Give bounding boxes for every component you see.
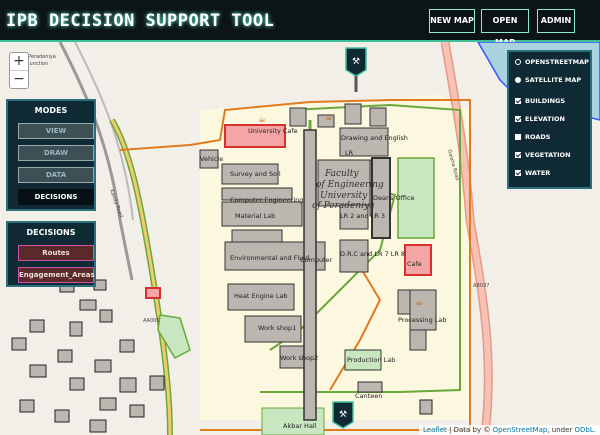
routes-button[interactable]: Routes <box>18 245 94 261</box>
app-header: IPB DECISION SUPPORT TOOL NEW MAP OPEN M… <box>0 0 600 47</box>
mode-data-button[interactable]: DATA <box>18 167 94 183</box>
new-map-button[interactable]: NEW MAP <box>429 9 475 33</box>
map-label-akbar-hall: Akbar Hall <box>283 422 317 430</box>
leaflet-link[interactable]: Leaflet <box>423 426 447 434</box>
map-label-heat-engine: Heat Engine Lab <box>234 292 288 300</box>
cafe-icon: ☕ <box>415 298 423 308</box>
engagement-areas-button[interactable]: Engagement_Areas <box>18 267 95 283</box>
map-label-peradeniya: Peradeniya <box>28 54 56 60</box>
decisions-title: DECISIONS <box>26 228 76 237</box>
layer-elevation[interactable]: ELEVATION <box>515 115 565 123</box>
checkbox-icon[interactable] <box>515 116 521 122</box>
map-label-survey: Survey and Soil <box>230 170 281 178</box>
radio-icon[interactable] <box>515 59 521 65</box>
map-label-faculty-3: University <box>320 191 368 201</box>
layer-buildings[interactable]: BUILDINGS <box>515 97 565 105</box>
layers-panel: OPENSTREETMAP SATELLITE MAP BUILDINGS EL… <box>507 50 592 189</box>
map-view[interactable]: ⚒ ⚒ ☕ ☕ ☕ Peradeniya Junction Faculty of… <box>0 42 600 435</box>
svg-text:⚒: ⚒ <box>352 57 360 67</box>
zoom-in-button[interactable]: + <box>10 53 28 71</box>
mode-decisions-button[interactable]: DECISIONS <box>18 189 94 205</box>
map-label-cafe: Cafe <box>407 260 422 268</box>
map-label-canteen: Canteen <box>355 392 382 400</box>
layer-openstreetmap[interactable]: OPENSTREETMAP <box>515 58 589 66</box>
cafe-icon: ☕ <box>258 115 266 125</box>
map-label-kandy-road: Kandy Road <box>108 189 124 219</box>
open-map-button[interactable]: OPEN MAP <box>481 9 529 47</box>
cafe-icon: ☕ <box>325 113 333 123</box>
map-label-computer: Computer <box>300 256 333 264</box>
decisions-panel: DECISIONS Routes Engagement_Areas <box>6 221 96 287</box>
layer-satellite[interactable]: SATELLITE MAP <box>515 76 581 84</box>
layer-roads[interactable]: ROADS <box>515 133 550 141</box>
zoom-out-button[interactable]: − <box>10 71 28 88</box>
map-label-faculty-2: of Engineering <box>316 180 384 190</box>
map-label-faculty-4: of Peradeniya <box>312 201 374 211</box>
map-label-faculty: Faculty <box>324 169 359 179</box>
map-label-deans: Deans Office <box>373 194 415 202</box>
layer-vegetation[interactable]: VEGETATION <box>515 151 571 159</box>
location-marker-icon[interactable]: ⚒ <box>345 47 367 92</box>
map-label-drawing: Drawing and English <box>341 134 408 142</box>
map-label-university-cafe: University Cafe <box>248 127 298 135</box>
map-label-processing: Processing Lab <box>398 316 447 324</box>
modes-panel: MODES VIEW DRAW DATA DECISIONS <box>6 99 96 211</box>
map-label-drc: D.R.C and LR 7 LR 8 <box>340 250 405 258</box>
map-label-workshop1: Work shop1 <box>258 324 296 332</box>
mode-view-button[interactable]: VIEW <box>18 123 94 139</box>
map-label-aa005: AA005 <box>143 318 160 324</box>
map-label-junction: Junction <box>27 61 48 67</box>
admin-button[interactable]: ADMIN <box>537 9 575 33</box>
svg-text:⚒: ⚒ <box>339 410 347 420</box>
layer-water[interactable]: WATER <box>515 169 550 177</box>
location-marker-bottom-icon[interactable]: ⚒ <box>332 401 354 429</box>
mode-draw-button[interactable]: DRAW <box>18 145 94 161</box>
odbl-link[interactable]: ODbL. <box>575 426 596 434</box>
map-label-ab037: AB037 <box>473 283 489 289</box>
zoom-control: + − <box>9 52 29 89</box>
map-label-vehicle: Vehicle <box>200 155 223 163</box>
map-label-production: Production Lab <box>347 356 395 364</box>
map-attribution: Leaflet | Data by © OpenStreetMap, under… <box>418 425 600 435</box>
map-label-material-lab: Material Lab <box>235 212 275 220</box>
checkbox-icon[interactable] <box>515 152 521 158</box>
map-label-workshop2: Work shop2 <box>280 354 318 362</box>
map-label-lr2: LR 2 and LR 3 <box>340 212 385 220</box>
map-label-lr: LR <box>345 149 354 157</box>
osm-link[interactable]: OpenStreetMap <box>493 426 548 434</box>
radio-icon[interactable] <box>515 77 521 83</box>
checkbox-icon[interactable] <box>515 134 521 140</box>
checkbox-icon[interactable] <box>515 170 521 176</box>
map-label-computer-eng: Computer Engineering <box>230 196 303 204</box>
map-label-environmental: Environmental and Fluid <box>230 254 309 262</box>
checkbox-icon[interactable] <box>515 98 521 104</box>
modes-title: MODES <box>34 106 68 115</box>
app-title: IPB DECISION SUPPORT TOOL <box>6 11 275 31</box>
